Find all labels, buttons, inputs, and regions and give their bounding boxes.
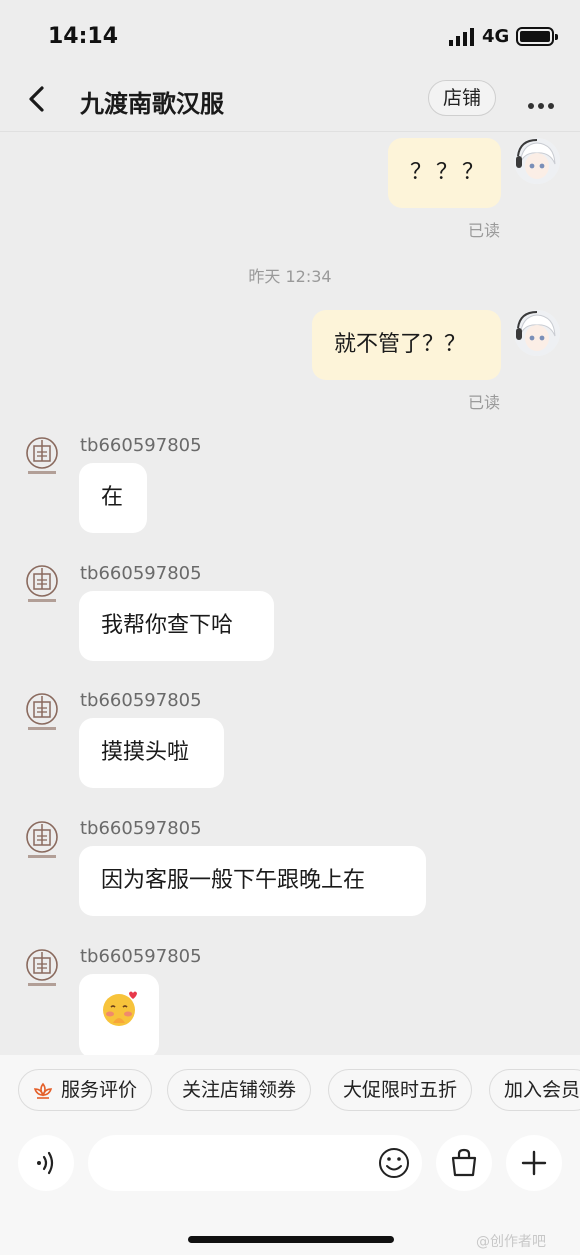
shopping-bag-icon	[451, 1148, 477, 1177]
quick-reply-service-review[interactable]: 服务评价	[18, 1069, 153, 1111]
sender-name: tb660597805	[80, 563, 202, 584]
clock: 14:14	[48, 24, 119, 49]
status-bar: 14:14 4G	[0, 0, 580, 70]
message-list[interactable]: ？？？ 已读 昨天 12:34 就不管了？？ 已读 tb660597805 在	[0, 133, 580, 1055]
sender-name: tb660597805	[80, 690, 202, 711]
shop-button[interactable]: 店铺	[428, 80, 496, 116]
shop-avatar[interactable]	[24, 692, 60, 732]
my-avatar[interactable]	[514, 138, 560, 184]
shop-avatar[interactable]	[24, 820, 60, 860]
shop-message-bubble[interactable]: 我帮你查下哈	[79, 591, 274, 661]
chat-title: 九渡南歌汉服	[80, 90, 224, 118]
input-panel: 服务评价 关注店铺领券 大促限时五折 加入会员 @创作者吧	[0, 1055, 580, 1255]
shop-avatar[interactable]	[24, 564, 60, 604]
shop-message-bubble[interactable]: 在	[79, 463, 147, 533]
chip-label: 服务评价	[61, 1079, 138, 1101]
home-indicator[interactable]	[188, 1236, 394, 1243]
voice-button[interactable]	[18, 1135, 74, 1191]
read-receipt: 已读	[468, 393, 501, 412]
quick-reply-join-member[interactable]: 加入会员	[489, 1069, 580, 1111]
shopping-bag-button[interactable]	[436, 1135, 492, 1191]
quick-reply-follow-coupon[interactable]: 关注店铺领券	[167, 1069, 312, 1111]
sender-name: tb660597805	[80, 435, 202, 456]
shop-logo-icon	[26, 821, 58, 858]
shop-avatar[interactable]	[24, 436, 60, 476]
shop-logo-icon	[26, 949, 58, 986]
blushing-kiss-emoji-icon	[103, 991, 137, 1026]
add-more-button[interactable]	[506, 1135, 562, 1191]
chat-header: 九渡南歌汉服 店铺	[0, 70, 580, 132]
voice-wave-icon	[37, 1151, 54, 1175]
sender-name: tb660597805	[80, 946, 202, 967]
message-timestamp: 昨天 12:34	[248, 267, 332, 286]
shop-logo-icon	[26, 565, 58, 602]
plus-icon	[521, 1150, 547, 1176]
cellular-signal-icon	[449, 28, 474, 46]
anime-avatar-icon	[514, 138, 560, 184]
battery-icon	[516, 27, 558, 46]
shop-message-bubble[interactable]: 因为客服一般下午跟晚上在	[79, 846, 426, 916]
more-menu-icon[interactable]	[528, 94, 560, 109]
message-input[interactable]	[88, 1135, 422, 1191]
smiley-icon[interactable]	[378, 1147, 410, 1179]
shop-logo-icon	[26, 437, 58, 474]
shop-avatar[interactable]	[24, 948, 60, 988]
shop-message-bubble[interactable]	[79, 974, 159, 1055]
sender-name: tb660597805	[80, 818, 202, 839]
back-arrow-icon[interactable]	[24, 84, 52, 114]
anime-avatar-icon	[514, 310, 560, 356]
watermark: @创作者吧	[476, 1234, 546, 1250]
network-type: 4G	[482, 26, 510, 47]
quick-reply-sale[interactable]: 大促限时五折	[328, 1069, 473, 1111]
shop-logo-icon	[26, 693, 58, 730]
shop-message-bubble[interactable]: 摸摸头啦	[79, 718, 224, 788]
my-avatar[interactable]	[514, 310, 560, 356]
my-message-bubble[interactable]: ？？？	[388, 138, 501, 208]
my-message-bubble[interactable]: 就不管了？？	[312, 310, 501, 380]
lotus-icon	[33, 1082, 53, 1099]
read-receipt: 已读	[468, 221, 501, 240]
